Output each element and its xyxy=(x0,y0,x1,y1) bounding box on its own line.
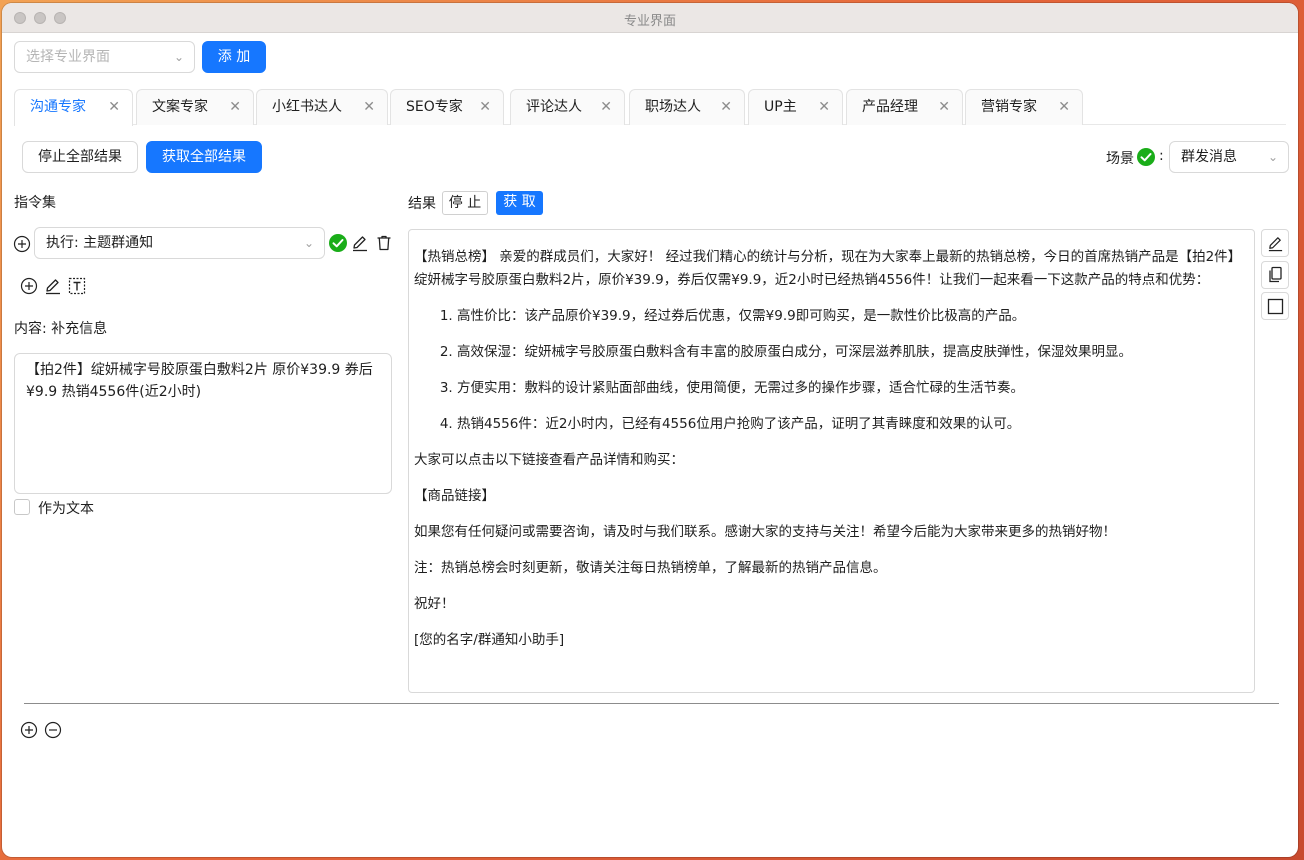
as-text-checkbox[interactable] xyxy=(14,499,30,515)
result-point: 方便实用：敷料的设计紧贴面部曲线，使用简便，无需过多的操作步骤，适合忙碌的生活节… xyxy=(457,377,1249,400)
command-select[interactable]: 执行: 主题群通知 ⌄ xyxy=(34,227,325,259)
title-bar: 专业界面 xyxy=(2,3,1298,33)
tab-1[interactable]: 文案专家 ✕ xyxy=(136,89,254,125)
tab-0[interactable]: 沟通专家 ✕ xyxy=(14,89,133,126)
as-text-label: 作为文本 xyxy=(38,501,94,517)
close-icon[interactable]: ✕ xyxy=(818,90,830,124)
close-icon[interactable]: ✕ xyxy=(479,90,491,124)
close-icon[interactable]: ✕ xyxy=(938,90,950,124)
tab-label: SEO专家 xyxy=(406,99,463,115)
check-circle-icon xyxy=(329,234,347,252)
remove-circle-icon[interactable] xyxy=(44,721,62,739)
result-paragraph: [您的名字/群通知小助手] xyxy=(414,632,565,648)
scene-select[interactable]: 群发消息 ⌄ xyxy=(1169,141,1289,173)
copy-icon xyxy=(1267,266,1284,284)
result-paragraph: 注：热销总榜会时刻更新，敬请关注每日热销榜单，了解最新的热销产品信息。 xyxy=(414,560,887,576)
section-divider xyxy=(24,703,1279,704)
result-intro: 【热销总榜】 亲爱的群成员们，大家好！ 经过我们精心的统计与分析，现在为大家奉上… xyxy=(414,249,1242,288)
result-output[interactable]: 【热销总榜】 亲爱的群成员们，大家好！ 经过我们精心的统计与分析，现在为大家奉上… xyxy=(408,229,1255,693)
result-point: 热销4556件：近2小时内，已经有4556位用户抢购了该产品，证明了其青睐度和效… xyxy=(457,413,1249,436)
close-icon[interactable]: ✕ xyxy=(1058,90,1070,124)
chevron-down-icon: ⌄ xyxy=(173,50,184,64)
result-paragraph: 祝好！ xyxy=(414,596,455,612)
stop-button[interactable]: 停 止 xyxy=(442,191,488,215)
edit-result-button[interactable] xyxy=(1261,229,1289,257)
tab-8[interactable]: 营销专家 ✕ xyxy=(965,89,1083,125)
content-text: 【拍2件】绽妍械字号胶原蛋白敷料2片 原价¥39.9 券后¥9.9 热销4556… xyxy=(26,362,373,400)
result-point: 高性价比：该产品原价¥39.9，经过券后优惠，仅需¥9.9即可购买，是一款性价比… xyxy=(457,305,1249,328)
commands-title: 指令集 xyxy=(14,195,56,211)
add-circle-icon[interactable] xyxy=(13,235,31,253)
close-icon[interactable]: ✕ xyxy=(229,90,241,124)
tab-label: 评论达人 xyxy=(526,99,582,115)
window-title: 专业界面 xyxy=(623,14,676,29)
result-paragraph: 大家可以点击以下链接查看产品详情和购买： xyxy=(414,452,684,468)
tab-7[interactable]: 产品经理 ✕ xyxy=(846,89,963,125)
close-icon[interactable]: ✕ xyxy=(108,90,120,124)
tab-label: UP主 xyxy=(764,99,797,115)
result-points: 高性价比：该产品原价¥39.9，经过券后优惠，仅需¥9.9即可购买，是一款性价比… xyxy=(414,305,1249,436)
tab-label: 职场达人 xyxy=(645,99,701,115)
tab-6[interactable]: UP主 ✕ xyxy=(748,89,843,125)
result-point: 高效保湿：绽妍械字号胶原蛋白敷料含有丰富的胶原蛋白成分，可深层滋养肌肤，提高皮肤… xyxy=(457,341,1249,364)
tab-label: 产品经理 xyxy=(862,99,918,115)
interface-select-placeholder: 选择专业界面 xyxy=(26,49,110,65)
chevron-down-icon: ⌄ xyxy=(1267,150,1278,164)
app-window: 专业界面 选择专业界面 ⌄ 添 加 沟通专家 ✕ 文案专家 ✕ 小红书达人 ✕ SEO… xyxy=(2,3,1298,857)
content-textarea[interactable]: 【拍2件】绽妍械字号胶原蛋白敷料2片 原价¥39.9 券后¥9.9 热销4556… xyxy=(14,353,392,494)
close-icon[interactable]: ✕ xyxy=(720,90,732,124)
fetch-button[interactable]: 获 取 xyxy=(496,191,543,215)
tab-label: 文案专家 xyxy=(152,99,208,115)
close-icon[interactable]: ✕ xyxy=(600,90,612,124)
scene-select-value: 群发消息 xyxy=(1181,149,1237,165)
scene-label: 场景 xyxy=(1106,151,1134,167)
content-label: 内容: 补充信息 xyxy=(14,321,108,337)
tab-label: 小红书达人 xyxy=(272,99,342,115)
scene-colon: : xyxy=(1159,148,1164,164)
command-select-value: 执行: 主题群通知 xyxy=(46,235,154,251)
text-box-icon[interactable] xyxy=(67,276,87,296)
copy-result-button[interactable] xyxy=(1261,261,1289,289)
tab-label: 营销专家 xyxy=(981,99,1037,115)
edit-icon xyxy=(1267,235,1284,252)
tab-3[interactable]: SEO专家 ✕ xyxy=(390,89,504,125)
tab-2[interactable]: 小红书达人 ✕ xyxy=(256,89,388,125)
tab-5[interactable]: 职场达人 ✕ xyxy=(629,89,745,125)
close-icon[interactable]: ✕ xyxy=(363,90,375,124)
add-circle-icon[interactable] xyxy=(20,721,38,739)
result-label: 结果 xyxy=(408,196,436,212)
edit-icon[interactable] xyxy=(351,234,369,252)
result-paragraph: 【商品链接】 xyxy=(414,488,495,504)
get-all-button[interactable]: 获取全部结果 xyxy=(146,141,262,173)
square-icon xyxy=(1267,298,1284,315)
tab-4[interactable]: 评论达人 ✕ xyxy=(510,89,625,125)
expand-result-button[interactable] xyxy=(1261,292,1289,320)
result-paragraph: 如果您有任何疑问或需要咨询，请及时与我们联系。感谢大家的支持与关注！希望今后能为… xyxy=(414,524,1116,540)
tab-label: 沟通专家 xyxy=(30,99,86,115)
interface-select[interactable]: 选择专业界面 ⌄ xyxy=(14,41,195,73)
stop-all-button[interactable]: 停止全部结果 xyxy=(22,141,138,173)
delete-icon[interactable] xyxy=(375,234,393,252)
add-button[interactable]: 添 加 xyxy=(202,41,266,73)
check-circle-icon xyxy=(1137,148,1155,166)
edit-icon[interactable] xyxy=(44,277,62,295)
add-circle-icon[interactable] xyxy=(20,277,38,295)
chevron-down-icon: ⌄ xyxy=(303,236,314,250)
